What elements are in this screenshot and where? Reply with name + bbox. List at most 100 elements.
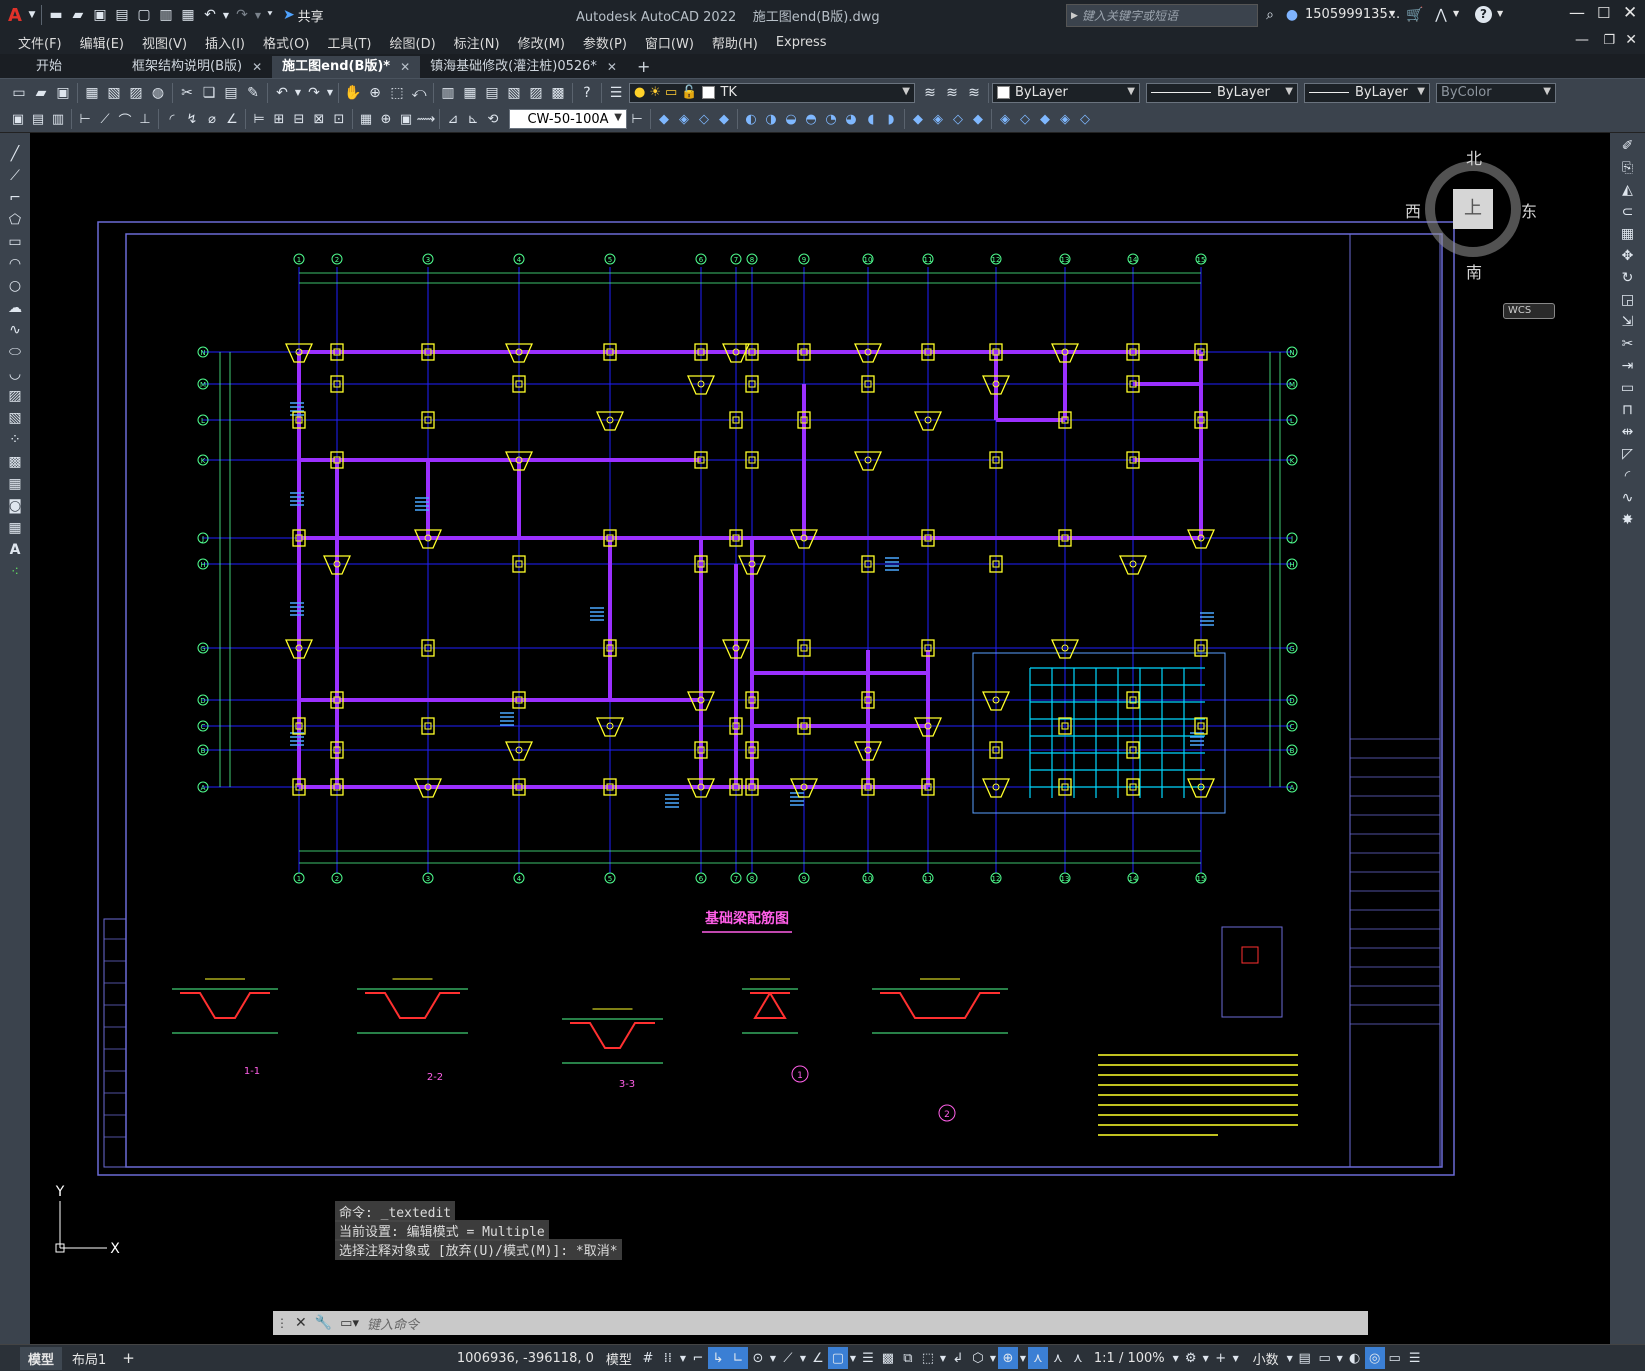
modify-icon[interactable]: ◇ [1015,108,1035,130]
gizmo-icon[interactable]: ⊕ [997,1347,1018,1369]
save-web-icon[interactable]: ▥ [155,4,177,26]
offset-icon[interactable]: ⊂ [1617,201,1639,223]
publish-icon[interactable]: ▨ [125,82,147,104]
move-icon[interactable]: ✥ [1617,245,1639,267]
lock-ui-icon[interactable]: ▭ [1315,1347,1335,1369]
mtext-icon[interactable]: A [4,539,26,561]
tool-icon[interactable]: ▥ [48,108,68,130]
coordinates-readout[interactable]: 1006936, -396118, 0 [451,1351,600,1366]
menu-item-edit[interactable]: 编辑(E) [71,33,133,52]
properties-icon[interactable]: ▥ [437,82,459,104]
wrench-icon[interactable]: 🔧 [311,1315,336,1331]
point-icon[interactable]: ⁘ [4,429,26,451]
jogged-dim-icon[interactable]: ↯ [182,108,202,130]
modify-icon[interactable]: ◈ [674,108,694,130]
break-icon[interactable]: ⊓ [1617,399,1639,421]
dynamic-ucs-icon[interactable]: ↲ [948,1347,968,1369]
quick-properties-icon[interactable]: ▤ [1295,1347,1315,1369]
search-icon[interactable]: ⌕ [1259,4,1281,26]
polygon-icon[interactable]: ⬠ [4,209,26,231]
layer-states-icon[interactable]: ≋ [963,82,985,104]
menu-item-view[interactable]: 视图(V) [133,33,196,52]
tool-palettes-icon[interactable]: ▤ [481,82,503,104]
units-selector[interactable]: 小数 [1247,1349,1285,1368]
redo-icon[interactable]: ↷ [303,82,325,104]
drawing-svg[interactable]: 1122334455667788991010111112121313141415… [30,133,1610,1344]
jogged-linear-icon[interactable]: ⟿ [416,108,436,130]
cart-icon[interactable]: 🛒 [1404,4,1426,26]
layout-tab-model[interactable]: 模型 [20,1346,63,1370]
selection-filter-icon[interactable]: ⬡ [968,1347,988,1369]
cut-icon[interactable]: ✂ [176,82,198,104]
annotation-scale-icon[interactable]: ⋏ [1068,1347,1088,1369]
customization-icon[interactable]: ☰ [1405,1347,1425,1369]
menu-item-dimension[interactable]: 标注(N) [445,33,509,52]
new-tab-button[interactable]: + [627,56,660,78]
add-layout-button[interactable]: + [116,1349,141,1367]
sheet-set-icon[interactable]: ▧ [503,82,525,104]
app-menu-button[interactable]: A [0,5,26,26]
grid-icon[interactable]: # [638,1347,658,1369]
save-as-icon[interactable]: ▤ [111,4,133,26]
menu-item-tools[interactable]: 工具(T) [318,33,380,52]
chamfer-icon[interactable]: ◸ [1617,443,1639,465]
clean-screen-icon[interactable]: ▭ [1385,1347,1405,1369]
redo-icon[interactable]: ↷ [231,4,253,26]
insert-block-icon[interactable]: ▨ [4,385,26,407]
modify-icon[interactable]: ◇ [948,108,968,130]
erase-icon[interactable]: ✐ [1617,135,1639,157]
modify-icon[interactable]: ◐ [741,108,761,130]
zoom-window-icon[interactable]: ⬚ [386,82,408,104]
layer-previous-icon[interactable]: ≋ [941,82,963,104]
user-name[interactable]: 1505999135... [1305,7,1400,22]
minimize-icon[interactable]: — [1569,3,1585,22]
extend-icon[interactable]: ⇥ [1617,355,1639,377]
layer-dropdown[interactable]: ● ☀ ▭ 🔓 TK ▼ [629,82,915,103]
arc-icon[interactable]: ◠ [4,253,26,275]
ellipse-icon[interactable]: ⬭ [4,341,26,363]
polyline-icon[interactable]: ⌐ [4,187,26,209]
menu-item-express[interactable]: Express [767,35,836,50]
tolerance-icon[interactable]: ▦ [356,108,376,130]
modify-icon[interactable]: ◗ [881,108,901,130]
tab-construction-drawing[interactable]: 施工图end(B版)* ✕ [272,56,421,78]
explode-icon[interactable]: ✸ [1617,509,1639,531]
dim-update-icon[interactable]: ⟲ [483,108,503,130]
line-icon[interactable]: ╱ [4,143,26,165]
lineweight-dropdown[interactable]: ByLayer ▼ [1304,82,1430,103]
help-dropdown-icon[interactable]: ▼ [1497,9,1503,18]
dim-space-icon[interactable]: ⊠ [309,108,329,130]
hardware-acceleration-icon[interactable]: ◎ [1364,1347,1385,1369]
chevron-down-icon[interactable]: ▼ [26,4,38,26]
dim-break-icon[interactable]: ⊡ [329,108,349,130]
close-icon[interactable]: ✕ [291,1315,311,1331]
baseline-dim-icon[interactable]: ⊞ [269,108,289,130]
plot-icon[interactable]: ▦ [81,82,103,104]
customize-qat-icon[interactable]: ⯆ [263,4,277,26]
viewcube-west[interactable]: 西 [1405,198,1421,222]
plot-icon[interactable]: ▦ [177,4,199,26]
menu-item-format[interactable]: 格式(O) [254,33,318,52]
menu-item-file[interactable]: 文件(F) [0,33,71,52]
make-block-icon[interactable]: ▧ [4,407,26,429]
trim-icon[interactable]: ✂ [1617,333,1639,355]
quick-dim-icon[interactable]: ⊨ [249,108,269,130]
viewcube-east[interactable]: 东 [1521,198,1537,222]
zoom-realtime-icon[interactable]: ⊕ [364,82,386,104]
dimstyle-dropdown[interactable]: CW-50-100A ▼ [509,109,627,129]
menu-item-draw[interactable]: 绘图(D) [381,33,445,52]
design-center-icon[interactable]: ▦ [459,82,481,104]
markup-icon[interactable]: ▨ [525,82,547,104]
join-icon[interactable]: ⇹ [1617,421,1639,443]
modify-icon[interactable]: ◈ [995,108,1015,130]
maximize-icon[interactable]: ☐ [1597,4,1610,22]
copy-icon[interactable]: ❏ [198,82,220,104]
continue-dim-icon[interactable]: ⊟ [289,108,309,130]
pan-icon[interactable]: ✋ [342,82,364,104]
open-folder-icon[interactable]: ▰ [67,4,89,26]
auto-scale-icon[interactable]: ⋏ [1048,1347,1068,1369]
revision-cloud-icon[interactable]: ☁ [4,297,26,319]
ordinate-dim-icon[interactable]: ⊥ [135,108,155,130]
menu-item-window[interactable]: 窗口(W) [636,33,703,52]
redo-dropdown-icon[interactable]: ▼ [325,82,335,104]
